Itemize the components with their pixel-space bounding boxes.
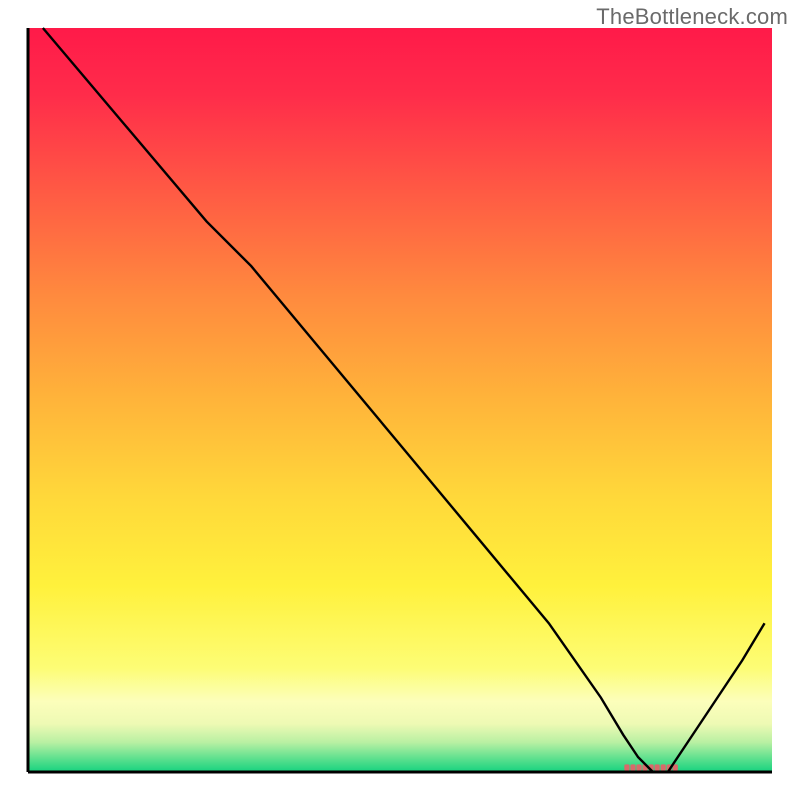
chart-svg xyxy=(0,0,800,800)
gradient-background xyxy=(28,28,772,772)
watermark-label: TheBottleneck.com xyxy=(596,4,788,30)
chart-container: TheBottleneck.com xyxy=(0,0,800,800)
